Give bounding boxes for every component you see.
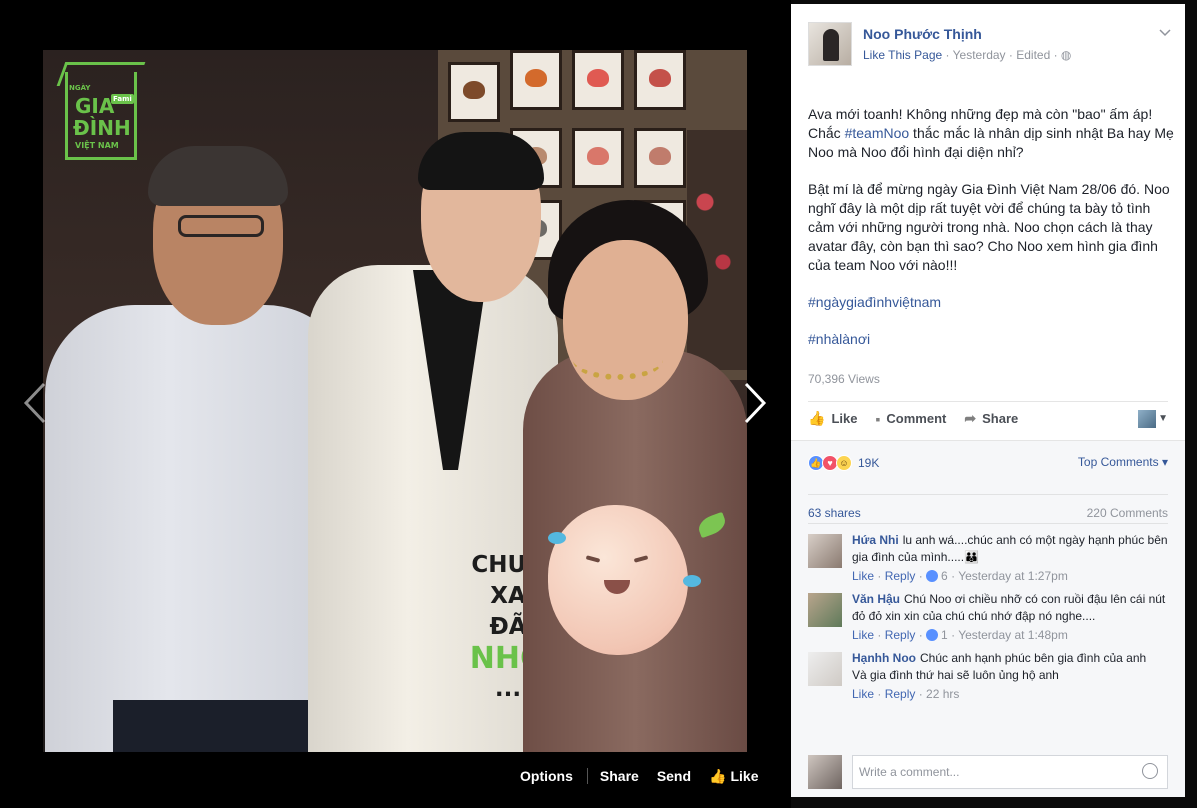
comments-count-link[interactable]: 220 Comments — [1087, 506, 1168, 520]
previous-photo-icon[interactable] — [20, 380, 50, 426]
post-panel: Noo Phước Thịnh Like This Page · Yesterd… — [791, 4, 1185, 797]
comment-sort-dropdown[interactable]: Top Comments ▾ — [1078, 455, 1168, 469]
emoji-icon[interactable] — [1142, 763, 1158, 779]
comment-text: Chúc anh hạnh phúc bên gia đình của anh — [920, 651, 1147, 665]
like-reaction-icon — [926, 629, 939, 641]
tear-drop-icon — [683, 575, 701, 587]
comment-like-link[interactable]: Like — [852, 569, 874, 583]
comment-composer: Write a comment... — [808, 753, 1168, 791]
like-reaction-icon — [926, 570, 939, 582]
share-button[interactable]: Share — [600, 768, 639, 784]
commenter-avatar[interactable] — [808, 652, 842, 686]
comment-item: Hạnhh Noo Chúc anh hạnh phúc bên gia đình… — [808, 650, 1168, 701]
comment-time[interactable]: Yesterday at 1:48pm — [958, 628, 1068, 642]
share-arrow-icon: ➦ — [964, 410, 977, 426]
post-time: · Yesterday · Edited · — [945, 48, 1058, 62]
comment-text: Và gia đình thứ hai sẽ luôn ủng hộ anh — [852, 668, 1059, 682]
comment-reply-link[interactable]: Reply — [885, 569, 916, 583]
peach-sticker — [548, 505, 688, 655]
like-button[interactable]: 👍 Like — [709, 768, 758, 785]
comment-reaction-count[interactable]: 1 — [926, 628, 948, 642]
comment-icon: ▪ — [875, 410, 881, 427]
commenter-avatar[interactable] — [808, 593, 842, 627]
family-day-logo: NGÀY GIA ĐÌNH VIỆT NAM Fami — [56, 62, 146, 164]
post-as-selector[interactable]: ▼ — [1138, 409, 1168, 428]
globe-icon: ◍ — [1060, 48, 1072, 62]
next-photo-icon[interactable] — [740, 380, 770, 426]
like-button[interactable]: 👍 Like — [808, 410, 857, 427]
haha-reaction-icon: ☺ — [836, 455, 852, 471]
shares-link[interactable]: 63 shares — [808, 506, 861, 520]
reactions-summary[interactable]: 👍 ♥ ☺ 19K — [808, 455, 879, 471]
comment-input[interactable]: Write a comment... — [852, 755, 1168, 789]
comment-item: Hứa Nhi lu anh wá....chúc anh có một ngày… — [808, 532, 1168, 583]
comment-author[interactable]: Hứa Nhi — [852, 533, 899, 547]
tear-drop-icon — [548, 532, 566, 544]
thumbs-up-icon: 👍 — [709, 767, 727, 784]
comment-like-link[interactable]: Like — [852, 628, 874, 642]
divider — [586, 768, 588, 784]
avatar — [1138, 409, 1157, 428]
comment-text: lu anh wá....chúc anh có một ngày hạnh p… — [852, 533, 1168, 564]
chevron-down-icon[interactable] — [1159, 26, 1171, 40]
photo-viewer: CHƯA XA ĐÃ NHỚ ... NGÀY GIA ĐÌNH VIỆT NA… — [0, 0, 791, 808]
caret-down-icon: ▼ — [1158, 413, 1168, 424]
thumbs-up-icon: 👍 — [808, 410, 826, 426]
shares-comments-row: 63 shares 220 Comments — [808, 494, 1168, 520]
viewer-action-bar: Options Share Send 👍 Like — [520, 764, 759, 788]
reaction-count[interactable]: 19K — [858, 456, 879, 470]
post-meta: Like This Page · Yesterday · Edited · ◍ — [863, 48, 1071, 62]
post-header: Noo Phước Thịnh Like This Page · Yesterd… — [808, 22, 1171, 72]
comment-time[interactable]: 22 hrs — [926, 687, 959, 701]
comment-list: Hứa Nhi lu anh wá....chúc anh có một ngày… — [808, 523, 1168, 701]
post-paragraph-1: Ava mới toanh! Không những đẹp mà còn "b… — [808, 106, 1174, 160]
feedback-section: 👍 ♥ ☺ 19K Top Comments ▾ 63 shares 220 C… — [791, 440, 1185, 797]
comment-button[interactable]: ▪ Comment — [875, 411, 946, 427]
commenter-avatar[interactable] — [808, 534, 842, 568]
comment-reaction-count[interactable]: 6 — [926, 569, 948, 583]
caret-down-icon: ▾ — [1161, 455, 1168, 469]
page-avatar[interactable] — [808, 22, 852, 66]
comment-item: Văn Hậu Chú Noo ơi chiều nhỡ có con ruồi … — [808, 591, 1168, 642]
hashtag-link[interactable]: #ngàygiađìnhviệtnam — [808, 293, 1174, 312]
comment-time[interactable]: Yesterday at 1:27pm — [958, 569, 1068, 583]
send-button[interactable]: Send — [657, 768, 691, 784]
share-button[interactable]: ➦ Share — [964, 410, 1018, 427]
avatar — [808, 755, 842, 789]
comment-like-link[interactable]: Like — [852, 687, 874, 701]
comment-reply-link[interactable]: Reply — [885, 687, 916, 701]
comment-reply-link[interactable]: Reply — [885, 628, 916, 642]
like-page-link[interactable]: Like This Page — [863, 48, 942, 62]
post-photo[interactable]: CHƯA XA ĐÃ NHỚ ... NGÀY GIA ĐÌNH VIỆT NA… — [43, 50, 747, 752]
view-count: 70,396 Views — [808, 372, 880, 386]
page-name-link[interactable]: Noo Phước Thịnh — [863, 26, 982, 42]
hashtag-link[interactable]: #teamNoo — [845, 125, 910, 141]
comment-author[interactable]: Văn Hậu — [852, 592, 900, 606]
post-body: Ava mới toanh! Không những đẹp mà còn "b… — [808, 105, 1174, 367]
post-paragraph-2: Bật mí là để mừng ngày Gia Đình Việt Nam… — [808, 181, 1170, 273]
hashtag-link[interactable]: #nhàlànơi — [808, 330, 1174, 349]
comment-author[interactable]: Hạnhh Noo — [852, 651, 916, 665]
options-button[interactable]: Options — [520, 768, 573, 784]
post-action-bar: 👍 Like ▪ Comment ➦ Share ▼ — [808, 401, 1168, 435]
